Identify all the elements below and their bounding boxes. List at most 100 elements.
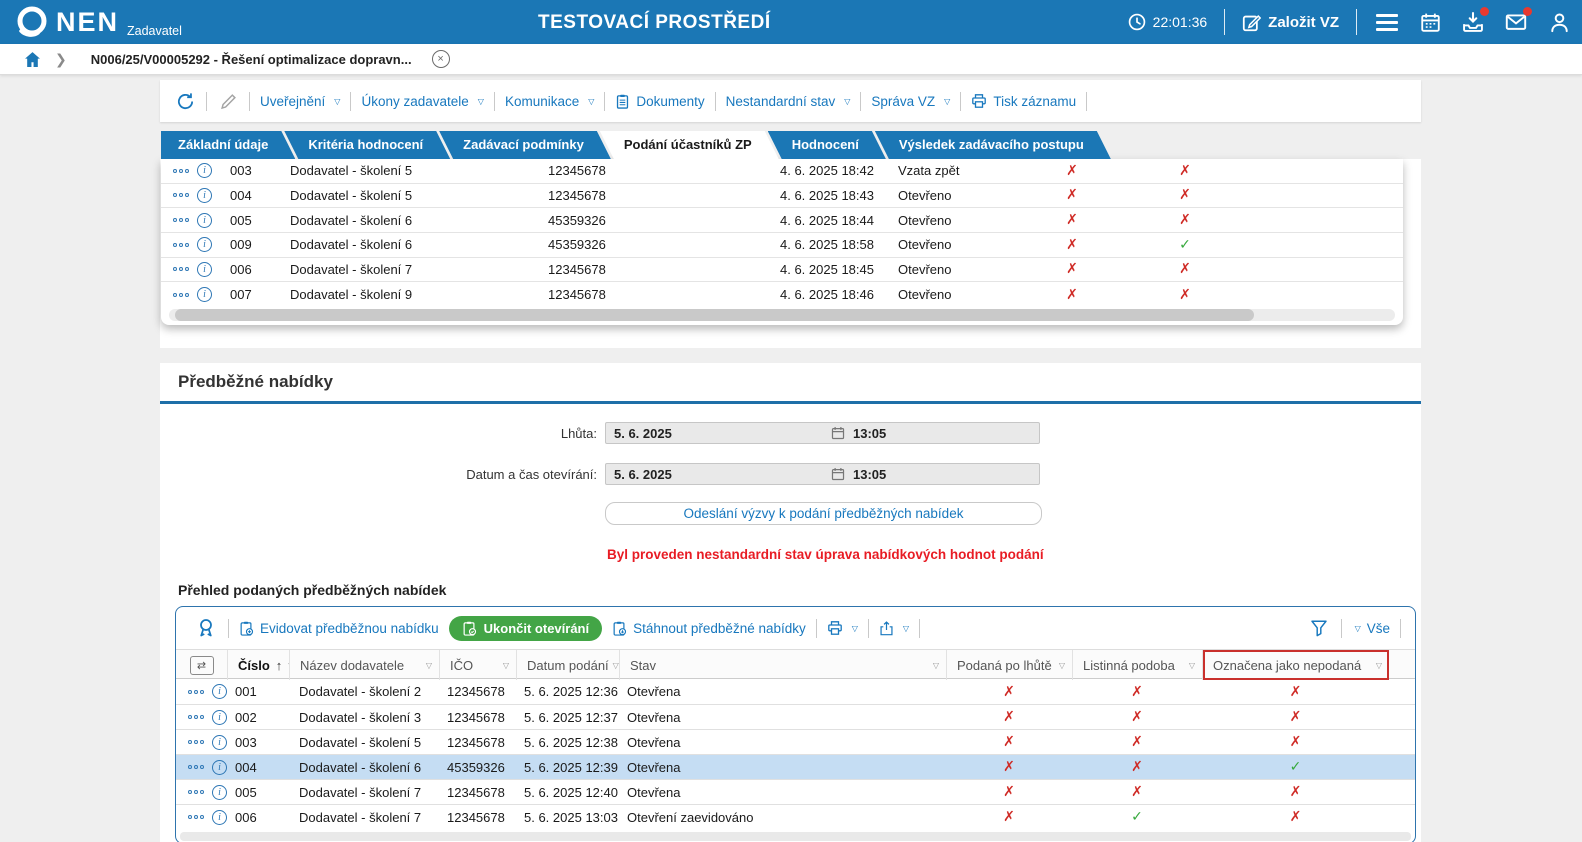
column-header-oznacena-jako-nepodana[interactable]: Označena jako nepodaná▽: [1202, 650, 1389, 680]
inbox-button[interactable]: [1460, 9, 1486, 35]
offer-row[interactable]: i005Dodavatel - školení 7123456785. 6. 2…: [176, 779, 1415, 804]
export-button[interactable]: ▽: [879, 621, 909, 636]
participation-row[interactable]: i003Dodavatel - školení 5123456784. 6. 2…: [161, 159, 1403, 184]
column-filter-icon[interactable]: ▽: [1189, 661, 1195, 670]
column-filter-icon[interactable]: ▽: [613, 661, 619, 670]
nen-logo[interactable]: NEN Zadavatel: [14, 4, 182, 40]
row-menu-icon[interactable]: [173, 193, 189, 197]
current-time: 22:01:36: [1153, 14, 1208, 30]
row-menu-icon[interactable]: [188, 815, 204, 819]
menu-komunikace[interactable]: Komunikace▽: [505, 94, 594, 109]
register-prelim-offer-button[interactable]: Evidovat předběžnou nabídku: [239, 621, 439, 636]
opening-field[interactable]: 5. 6. 2025 13:05: [605, 463, 1040, 485]
tab-kriteria-hodnoceni[interactable]: Kritéria hodnocení: [284, 131, 450, 159]
info-icon[interactable]: i: [212, 735, 227, 750]
info-icon[interactable]: i: [197, 237, 212, 252]
participation-row[interactable]: i006Dodavatel - školení 7123456784. 6. 2…: [161, 258, 1403, 283]
participation-row[interactable]: i004Dodavatel - školení 5123456784. 6. 2…: [161, 184, 1403, 209]
column-header-listinna-podoba[interactable]: Listinná podoba▽: [1072, 650, 1202, 680]
menu-uverejneni[interactable]: Uveřejnění▽: [260, 94, 340, 109]
view-filter-all[interactable]: ▽ Vše: [1352, 621, 1390, 636]
print-button[interactable]: ▽: [827, 620, 858, 636]
row-menu-icon[interactable]: [173, 267, 189, 271]
deadline-time-value[interactable]: 13:05: [845, 426, 886, 441]
row-menu-icon[interactable]: [173, 293, 189, 297]
menu-ukony-zadavatele[interactable]: Úkony zadavatele▽: [361, 94, 483, 109]
calendar-icon[interactable]: [831, 467, 845, 481]
column-filter-icon[interactable]: ▽: [933, 661, 939, 670]
info-icon[interactable]: i: [212, 785, 227, 800]
row-menu-icon[interactable]: [188, 690, 204, 694]
offer-row[interactable]: i003Dodavatel - školení 5123456785. 6. 2…: [176, 729, 1415, 754]
column-filter-icon[interactable]: ▽: [426, 661, 432, 670]
deadline-date-value[interactable]: 5. 6. 2025: [606, 426, 831, 441]
row-menu-icon[interactable]: [173, 218, 189, 222]
info-icon[interactable]: i: [197, 188, 212, 203]
offer-row[interactable]: i002Dodavatel - školení 3123456785. 6. 2…: [176, 704, 1415, 729]
tab-vysledek-zadavaciho-postupu[interactable]: Výsledek zadávacího postupu: [875, 131, 1111, 159]
deadline-field[interactable]: 5. 6. 2025 13:05: [605, 422, 1040, 444]
edit-record-button[interactable]: [217, 90, 239, 112]
row-menu-icon[interactable]: [188, 765, 204, 769]
offer-row[interactable]: i004Dodavatel - školení 6453593265. 6. 2…: [176, 754, 1415, 779]
column-filter-icon[interactable]: ▽: [1376, 661, 1382, 670]
create-vz-button[interactable]: Založit VZ: [1242, 13, 1339, 32]
send-invitation-button[interactable]: Odeslání výzvy k podání předběžných nabí…: [605, 502, 1042, 525]
participation-row[interactable]: i005Dodavatel - školení 6453593264. 6. 2…: [161, 208, 1403, 233]
horizontal-scrollbar[interactable]: [180, 832, 1411, 841]
menu-sprava-vz[interactable]: Správa VZ▽: [871, 94, 950, 109]
row-menu-icon[interactable]: [188, 790, 204, 794]
home-icon[interactable]: [24, 51, 41, 68]
calendar-icon[interactable]: [831, 426, 845, 440]
tab-zadavaci-podminky[interactable]: Zadávací podmínky: [439, 131, 611, 159]
info-icon[interactable]: i: [197, 287, 212, 302]
row-menu-icon[interactable]: [173, 169, 189, 173]
row-flag-paper: ✗: [1072, 734, 1202, 750]
column-header-datum-podani[interactable]: Datum podání▽: [516, 650, 619, 680]
participation-row[interactable]: i007Dodavatel - školení 9123456784. 6. 2…: [161, 282, 1403, 307]
finish-opening-button[interactable]: Ukončit otevírání: [449, 616, 602, 641]
chevron-down-icon: ▽: [852, 624, 858, 633]
menu-dokumenty[interactable]: Dokumenty: [615, 94, 704, 109]
column-settings-icon[interactable]: ⇄: [190, 656, 214, 675]
scrollbar-thumb[interactable]: [175, 309, 1254, 321]
tab-hodnoceni[interactable]: Hodnocení: [768, 131, 886, 159]
menu-nestandardni-stav[interactable]: Nestandardní stav▽: [726, 94, 851, 109]
menu-button[interactable]: [1374, 9, 1400, 35]
column-header-nazev-dodavatele[interactable]: Název dodavatele▽: [289, 650, 439, 680]
row-menu-icon[interactable]: [173, 243, 189, 247]
column-header-cislo[interactable]: Číslo↑▽: [227, 650, 289, 680]
info-icon[interactable]: i: [197, 213, 212, 228]
column-header-ico[interactable]: IČO▽: [439, 650, 516, 680]
tab-podani-ucastniku-zp[interactable]: Podání účastníků ZP: [600, 131, 779, 159]
info-icon[interactable]: i: [212, 760, 227, 775]
close-icon[interactable]: ×: [432, 50, 450, 68]
info-icon[interactable]: i: [212, 710, 227, 725]
download-prelim-offers-button[interactable]: Stáhnout předběžné nabídky: [612, 621, 806, 636]
opening-date-value[interactable]: 5. 6. 2025: [606, 467, 831, 482]
info-icon[interactable]: i: [212, 810, 227, 825]
column-label: Číslo: [238, 658, 270, 673]
award-button[interactable]: [194, 616, 218, 640]
calendar-button[interactable]: [1417, 9, 1443, 35]
profile-button[interactable]: [1546, 9, 1572, 35]
column-header-stav[interactable]: Stav▽: [619, 650, 946, 680]
refresh-button[interactable]: [174, 90, 196, 112]
info-icon[interactable]: i: [197, 262, 212, 277]
row-menu-icon[interactable]: [188, 715, 204, 719]
column-filter-icon[interactable]: ▽: [1059, 661, 1065, 670]
filter-button[interactable]: [1307, 616, 1331, 640]
info-icon[interactable]: i: [212, 684, 227, 699]
participation-row[interactable]: i009Dodavatel - školení 6453593264. 6. 2…: [161, 233, 1403, 258]
opening-time-value[interactable]: 13:05: [845, 467, 886, 482]
offer-row[interactable]: i001Dodavatel - školení 2123456785. 6. 2…: [176, 679, 1415, 704]
messages-button[interactable]: [1503, 9, 1529, 35]
column-filter-icon[interactable]: ▽: [503, 661, 509, 670]
breadcrumb-item[interactable]: N006/25/V00005292 - Řešení optimalizace …: [91, 52, 412, 67]
menu-tisk-zaznamu[interactable]: Tisk záznamu: [971, 93, 1076, 109]
tab-zakladni-udaje[interactable]: Základní údaje: [161, 131, 295, 159]
offer-row[interactable]: i006Dodavatel - školení 7123456785. 6. 2…: [176, 804, 1415, 829]
row-menu-icon[interactable]: [188, 740, 204, 744]
info-icon[interactable]: i: [197, 163, 212, 178]
column-header-podana-po-lhute[interactable]: Podaná po lhůtě▽: [946, 650, 1072, 680]
